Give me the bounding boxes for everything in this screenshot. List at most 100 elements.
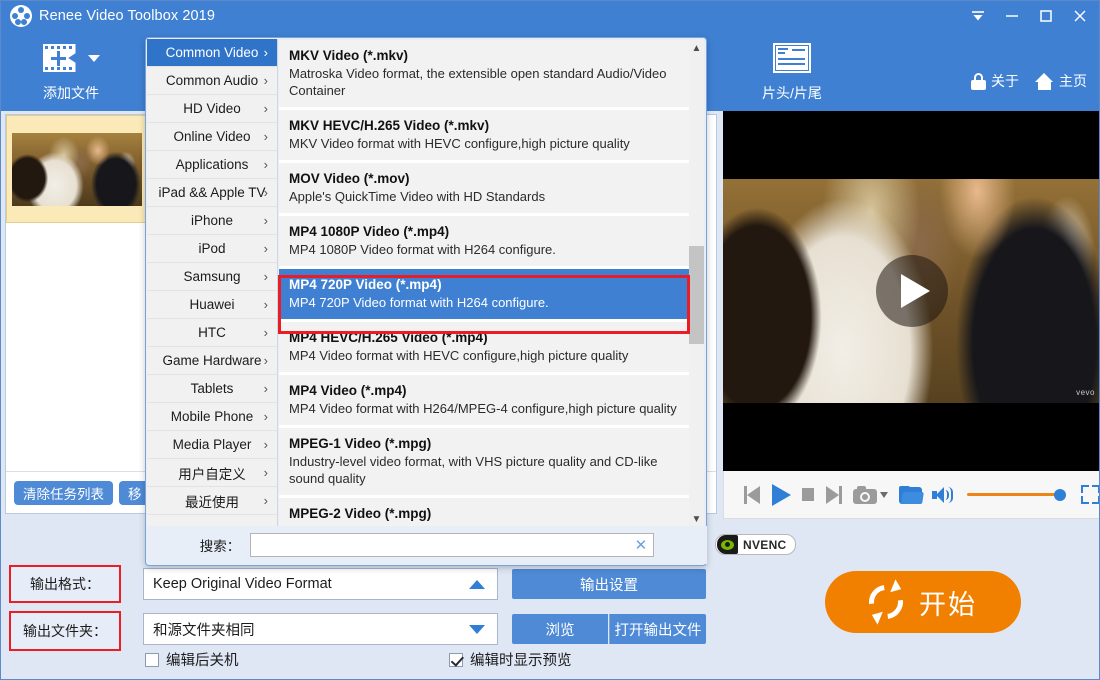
format-category-11[interactable]: HTC ›	[147, 319, 277, 347]
format-category-15[interactable]: Media Player ›	[147, 431, 277, 459]
window-controls	[961, 1, 1097, 31]
format-category-10[interactable]: Huawei ›	[147, 291, 277, 319]
chevron-right-icon: ›	[263, 353, 268, 368]
category-label: Samsung	[183, 269, 241, 284]
chevron-up-icon	[469, 579, 485, 589]
category-label: iPod	[198, 241, 226, 256]
volume-slider[interactable]	[966, 488, 1067, 502]
add-file-dropdown-icon[interactable]	[87, 54, 100, 62]
play-overlay-icon[interactable]	[876, 255, 948, 327]
format-category-16[interactable]: 用户自定义 ›	[147, 459, 277, 487]
chevron-down-icon[interactable]: ▼	[689, 511, 704, 527]
speaker-icon[interactable]	[932, 486, 954, 504]
chevron-right-icon: ›	[263, 297, 268, 312]
format-title: MKV Video (*.mkv)	[289, 48, 409, 63]
format-category-1[interactable]: Common Video ›	[147, 39, 277, 67]
format-description: MP4 Video format with HEVC configure,hig…	[289, 348, 629, 363]
lock-icon	[971, 72, 986, 90]
chevron-right-icon: ›	[263, 157, 268, 172]
skip-next-icon[interactable]	[825, 485, 842, 504]
chevron-right-icon: ›	[263, 129, 268, 144]
output-format-select[interactable]: Keep Original Video Format	[143, 568, 498, 600]
format-item[interactable]: MP4 HEVC/H.265 Video (*.mp4) MP4 Video fo…	[279, 322, 691, 372]
format-category-5[interactable]: Applications ›	[147, 151, 277, 179]
format-title: MPEG-1 Video (*.mpg)	[289, 436, 432, 451]
output-folder-select[interactable]: 和源文件夹相同	[143, 613, 498, 645]
format-category-9[interactable]: Samsung ›	[147, 263, 277, 291]
format-description: Matroska Video format, the extensible op…	[289, 66, 667, 98]
add-file-label: 添加文件	[43, 85, 99, 101]
chevron-right-icon: ›	[263, 325, 268, 340]
skip-previous-icon[interactable]	[744, 485, 761, 504]
format-title: MKV HEVC/H.265 Video (*.mkv)	[289, 118, 490, 133]
open-output-folder-button[interactable]: 打开输出文件	[609, 614, 706, 644]
stop-icon[interactable]	[801, 488, 815, 501]
home-icon	[1035, 72, 1054, 90]
output-format-label: 输出格式：	[9, 565, 121, 603]
format-item[interactable]: MP4 1080P Video (*.mp4) MP4 1080P Video f…	[279, 216, 691, 266]
format-item[interactable]: MKV HEVC/H.265 Video (*.mkv) MKV Video fo…	[279, 110, 691, 160]
minimize-button[interactable]	[995, 1, 1029, 31]
format-category-12[interactable]: Game Hardware ›	[147, 347, 277, 375]
clear-icon[interactable]: ✕	[635, 538, 648, 553]
video-preview[interactable]: vevo	[723, 111, 1099, 471]
about-button[interactable]: 关于	[971, 71, 1019, 91]
format-category-8[interactable]: iPod ›	[147, 235, 277, 263]
search-label: 搜索：	[199, 539, 241, 554]
add-film-icon	[42, 44, 83, 72]
format-item[interactable]: MP4 Video (*.mp4) MP4 Video format with H…	[279, 375, 691, 425]
format-category-14[interactable]: Mobile Phone ›	[147, 403, 277, 431]
format-item[interactable]: MOV Video (*.mov) Apple's QuickTime Video…	[279, 163, 691, 213]
maximize-button[interactable]	[1029, 1, 1063, 31]
format-list-scrollbar[interactable]: ▲ ▼	[689, 40, 704, 527]
chevron-right-icon: ›	[263, 465, 268, 480]
chevron-up-icon[interactable]: ▲	[689, 40, 704, 56]
snapshot-button[interactable]	[852, 485, 888, 504]
letterbox-top	[723, 111, 1099, 179]
play-icon[interactable]	[771, 483, 791, 506]
nvenc-badge: NVENC	[715, 534, 796, 555]
format-item[interactable]: MP4 720P Video (*.mp4) MP4 720P Video for…	[279, 269, 691, 319]
format-category-2[interactable]: Common Audio ›	[147, 67, 277, 95]
format-item[interactable]: MPEG-1 Video (*.mpg) Industry-level video…	[279, 428, 691, 495]
start-button-label: 开始	[919, 589, 977, 620]
format-item[interactable]: MKV Video (*.mkv) Matroska Video format, …	[279, 40, 691, 107]
category-label: iPad && Apple TV	[158, 185, 266, 200]
minimize-to-tray-button[interactable]	[961, 1, 995, 31]
search-box[interactable]: ✕	[250, 533, 655, 557]
chevron-right-icon: ›	[263, 213, 268, 228]
home-button[interactable]: 主页	[1035, 71, 1087, 91]
format-title: MP4 Video (*.mp4)	[289, 383, 407, 398]
format-category-7[interactable]: iPhone ›	[147, 207, 277, 235]
format-category-6[interactable]: iPad && Apple TV ›	[147, 179, 277, 207]
category-label: HD Video	[183, 101, 241, 116]
search-input[interactable]	[257, 537, 635, 553]
trim-head-tail-button[interactable]: 片头/片尾	[747, 37, 837, 103]
checkbox-box	[449, 652, 463, 667]
start-button[interactable]: 开始	[825, 571, 1021, 633]
shutdown-after-checkbox[interactable]: 编辑后关机	[145, 649, 239, 670]
format-title: MPEG-2 Video (*.mpg)	[289, 506, 432, 521]
format-category-3[interactable]: HD Video ›	[147, 95, 277, 123]
add-file-button[interactable]: 添加文件	[15, 37, 127, 103]
chevron-down-icon[interactable]	[879, 491, 888, 498]
show-preview-checkbox[interactable]: 编辑时显示预览	[449, 649, 572, 670]
list-item[interactable]	[6, 115, 148, 223]
format-description: Apple's QuickTime Video with HD Standard…	[289, 189, 546, 204]
head-tail-icon	[773, 43, 811, 73]
category-label: Huawei	[189, 297, 235, 312]
clear-task-list-button[interactable]: 清除任务列表	[14, 480, 113, 505]
format-category-13[interactable]: Tablets ›	[147, 375, 277, 403]
close-button[interactable]	[1063, 1, 1097, 31]
format-category-4[interactable]: Online Video ›	[147, 123, 277, 151]
expand-icon[interactable]	[1081, 485, 1099, 504]
browse-button[interactable]: 浏览	[512, 614, 608, 644]
folder-icon[interactable]	[898, 485, 924, 504]
format-category-17[interactable]: 最近使用 ›	[147, 487, 277, 515]
category-label: Media Player	[172, 437, 252, 452]
format-item[interactable]: MPEG-2 Video (*.mpg)	[279, 498, 691, 527]
category-label: Common Video	[165, 45, 259, 60]
format-item-list[interactable]: MKV Video (*.mkv) Matroska Video format, …	[279, 40, 691, 527]
scrollbar-thumb[interactable]	[689, 246, 704, 344]
output-settings-button[interactable]: 输出设置	[512, 569, 706, 599]
